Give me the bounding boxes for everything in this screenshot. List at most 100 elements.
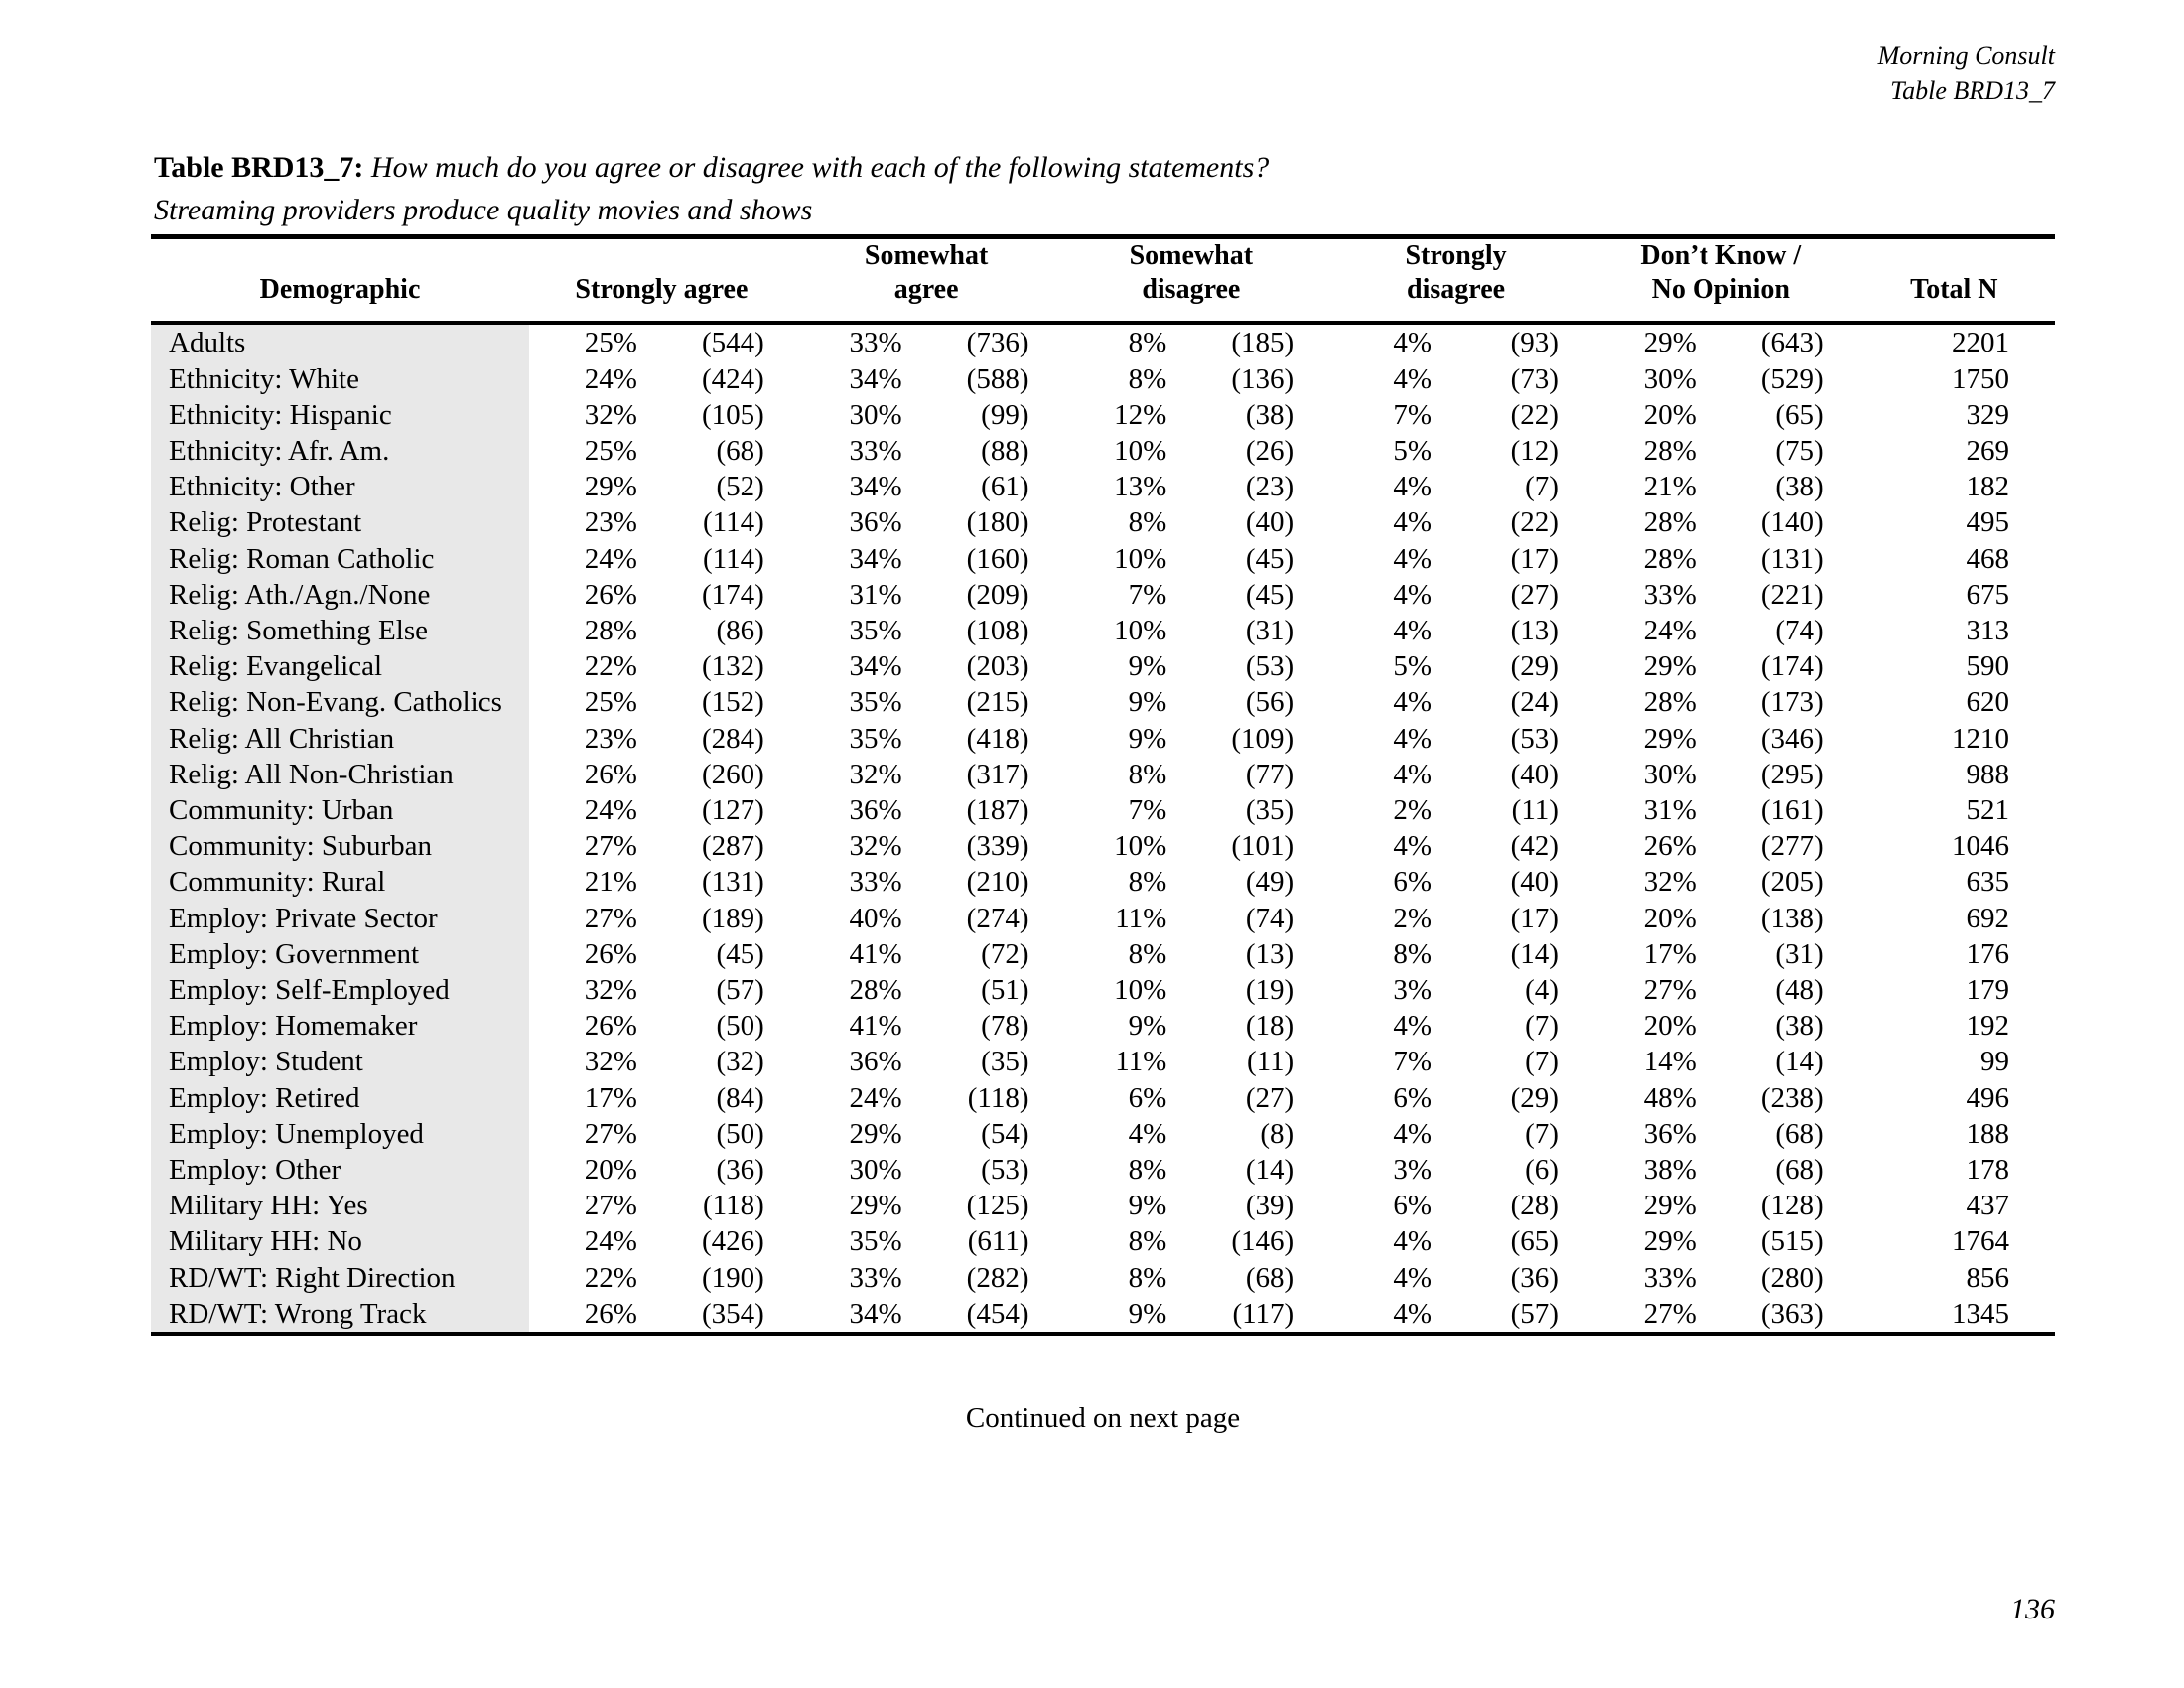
table-row: Military HH: No 24% (426) 35% (611) 8% (146) 4%… [151, 1223, 2055, 1260]
cell-dont-know-n: (38) [1775, 471, 1824, 503]
table-row: Relig: Protestant 23% (114) 36% (180) 8% (40) 4… [151, 504, 2055, 541]
cell-dont-know-n: (173) [1760, 686, 1824, 719]
cell-dont-know-pct: 29% [1643, 650, 1697, 683]
cell-somewhat-disagree-n: (13) [1245, 937, 1295, 970]
table-row: Employ: Self-Employed 32% (57) 28% (51) 10% (1… [151, 971, 2055, 1009]
cell-dont-know-pct: 29% [1643, 327, 1697, 359]
cell-somewhat-disagree-n: (38) [1245, 398, 1295, 431]
table-row: Relig: Roman Catholic 24% (114) 34% (160) 10%… [151, 540, 2055, 577]
cell-strongly-agree-n: (86) [716, 614, 764, 646]
cell-dont-know-pct: 29% [1643, 722, 1697, 755]
cell-dont-know-pct: 32% [1643, 866, 1697, 899]
cell-somewhat-disagree-n: (19) [1245, 973, 1295, 1006]
cell-total-n: 269 [1966, 434, 2010, 467]
cell-strongly-disagree-pct: 4% [1393, 830, 1433, 863]
cell-strongly-disagree-pct: 4% [1393, 327, 1433, 359]
cell-strongly-agree-n: (260) [701, 758, 764, 790]
cell-strongly-disagree-n: (4) [1525, 973, 1559, 1006]
cell-somewhat-agree-n: (611) [967, 1225, 1029, 1258]
cell-somewhat-agree-n: (317) [966, 758, 1029, 790]
cell-total-n: 590 [1966, 650, 2010, 683]
cell-somewhat-disagree-pct: 8% [1128, 327, 1167, 359]
caption-question-text: How much do you agree or disagree with e… [363, 151, 1270, 184]
cell-dont-know-pct: 28% [1643, 506, 1697, 539]
table-row: Ethnicity: Afr. Am. 25% (68) 33% (88) 10% (26)… [151, 432, 2055, 470]
cell-dont-know-n: (75) [1775, 434, 1824, 467]
cell-somewhat-disagree-pct: 8% [1128, 1153, 1167, 1186]
cell-strongly-disagree-pct: 4% [1393, 614, 1433, 646]
continued-note: Continued on next page [965, 1402, 1241, 1434]
cell-somewhat-agree-pct: 34% [849, 362, 902, 395]
cell-somewhat-agree-pct: 36% [849, 793, 902, 826]
cell-dont-know-pct: 31% [1643, 793, 1697, 826]
cell-row-label: Ethnicity: White [151, 360, 530, 397]
header-demographic: Demographic [259, 274, 421, 306]
cell-strongly-agree-pct: 25% [584, 327, 637, 359]
cell-row-label: Relig: Evangelical [151, 648, 530, 685]
cell-row-label: Military HH: Yes [151, 1188, 530, 1224]
cell-dont-know-n: (48) [1775, 973, 1824, 1006]
cell-somewhat-disagree-pct: 9% [1128, 650, 1167, 683]
cell-somewhat-agree-n: (736) [966, 327, 1029, 359]
cell-strongly-disagree-pct: 4% [1393, 471, 1433, 503]
cell-somewhat-agree-n: (187) [966, 793, 1029, 826]
cell-somewhat-agree-pct: 30% [849, 398, 902, 431]
cell-somewhat-disagree-n: (45) [1245, 578, 1295, 611]
running-header-table-ref: Table BRD13_7 [1890, 75, 2055, 105]
table-row: Ethnicity: Other 29% (52) 34% (61) 13% (23) 4% (… [151, 469, 2055, 505]
cell-somewhat-disagree-n: (39) [1245, 1190, 1295, 1222]
table-row: Community: Urban 24% (127) 36% (187) 7% (35) 2%… [151, 791, 2055, 829]
cell-strongly-agree-n: (36) [716, 1153, 764, 1186]
cell-strongly-disagree-pct: 4% [1393, 758, 1433, 790]
cell-strongly-disagree-pct: 4% [1393, 1010, 1433, 1043]
cell-strongly-disagree-pct: 2% [1393, 902, 1433, 934]
cell-row-label: Military HH: No [151, 1223, 530, 1260]
cell-strongly-disagree-n: (57) [1510, 1297, 1559, 1330]
cell-strongly-agree-pct: 17% [584, 1081, 637, 1114]
cell-strongly-agree-n: (52) [716, 471, 764, 503]
cell-total-n: 620 [1966, 686, 2010, 719]
cell-somewhat-agree-pct: 32% [849, 830, 902, 863]
cell-strongly-disagree-n: (53) [1510, 722, 1559, 755]
cell-strongly-agree-pct: 26% [584, 1297, 637, 1330]
cell-somewhat-agree-n: (418) [966, 722, 1029, 755]
table-row: Employ: Student 32% (32) 36% (35) 11% (11) 7% (7… [151, 1044, 2055, 1080]
cell-dont-know-n: (643) [1760, 327, 1824, 359]
cell-strongly-agree-n: (45) [716, 937, 764, 970]
table-row: Ethnicity: Hispanic 32% (105) 30% (99) 12% (38… [151, 396, 2055, 433]
cell-strongly-agree-n: (127) [701, 793, 764, 826]
cell-strongly-disagree-n: (40) [1510, 758, 1559, 790]
cell-strongly-disagree-n: (17) [1510, 902, 1559, 934]
cell-strongly-disagree-pct: 4% [1393, 578, 1433, 611]
cell-strongly-disagree-n: (29) [1510, 1081, 1559, 1114]
cell-strongly-agree-pct: 26% [584, 758, 637, 790]
cell-somewhat-disagree-pct: 9% [1128, 1010, 1167, 1043]
cell-strongly-disagree-n: (22) [1510, 506, 1559, 539]
survey-table-container: Demographic Strongly agree Somewhat agre… [151, 234, 2055, 1336]
cell-dont-know-n: (174) [1760, 650, 1824, 683]
header-strongly-disagree-line1: Strongly [1405, 240, 1507, 271]
cell-strongly-agree-pct: 24% [584, 1225, 637, 1258]
cell-somewhat-disagree-n: (136) [1231, 362, 1295, 395]
cell-strongly-disagree-pct: 4% [1393, 686, 1433, 719]
cell-strongly-disagree-n: (12) [1510, 434, 1559, 467]
cell-dont-know-n: (38) [1775, 1010, 1824, 1043]
cell-somewhat-agree-n: (454) [966, 1297, 1029, 1330]
cell-somewhat-disagree-n: (8) [1260, 1117, 1295, 1150]
header-strongly-disagree-line2: disagree [1407, 274, 1506, 306]
cell-somewhat-disagree-n: (18) [1245, 1010, 1295, 1043]
cell-somewhat-agree-n: (72) [981, 937, 1029, 970]
cell-dont-know-pct: 20% [1643, 902, 1697, 934]
cell-strongly-disagree-pct: 3% [1393, 973, 1433, 1006]
cell-dont-know-n: (295) [1760, 758, 1824, 790]
cell-somewhat-disagree-pct: 9% [1128, 1297, 1167, 1330]
cell-somewhat-agree-pct: 34% [849, 471, 902, 503]
cell-strongly-agree-n: (287) [701, 830, 764, 863]
cell-somewhat-agree-pct: 36% [849, 506, 902, 539]
cell-strongly-agree-pct: 27% [584, 830, 637, 863]
cell-strongly-disagree-pct: 6% [1393, 866, 1433, 899]
cell-somewhat-agree-n: (210) [966, 866, 1029, 899]
table-row: Community: Rural 21% (131) 33% (210) 8% (49) 6%… [151, 864, 2055, 901]
cell-strongly-agree-pct: 20% [584, 1153, 637, 1186]
cell-somewhat-disagree-pct: 8% [1128, 866, 1167, 899]
